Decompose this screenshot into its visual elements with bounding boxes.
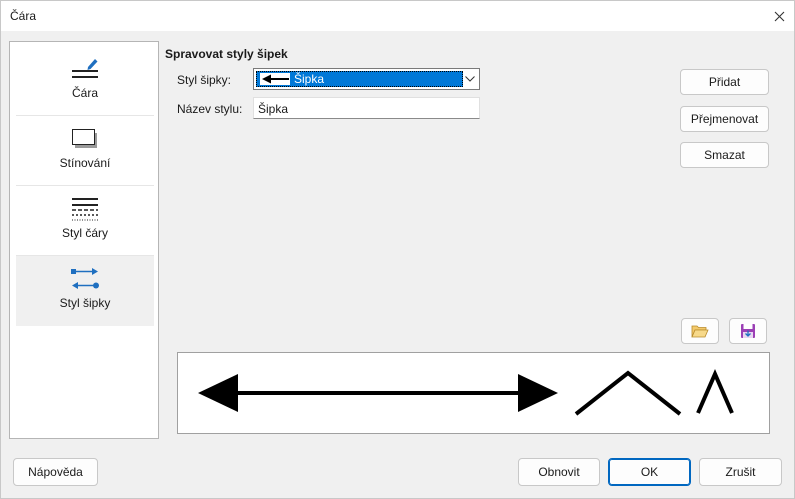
- cancel-button[interactable]: Zrušit: [699, 458, 782, 486]
- style-name-field[interactable]: Šipka: [253, 97, 480, 119]
- add-button[interactable]: Přidat: [680, 69, 769, 95]
- line-pencil-icon: [70, 56, 100, 82]
- line-style-icon: [71, 196, 99, 222]
- reset-button[interactable]: Obnovit: [518, 458, 600, 486]
- style-name-value: Šipka: [258, 102, 289, 116]
- save-icon: [741, 324, 755, 338]
- chevron-down-icon: [464, 76, 475, 82]
- arrow-style-select[interactable]: Šipka: [253, 68, 480, 90]
- sidebar-item-label: Stínování: [59, 156, 111, 170]
- arrow-head-left: [198, 374, 238, 412]
- open-arrow-narrow: [696, 368, 734, 414]
- selected-option: Šipka: [256, 71, 463, 87]
- sidebar-item-label: Styl šipky: [59, 296, 111, 310]
- rename-button[interactable]: Přejmenovat: [680, 106, 769, 132]
- arrow-style-preview: [177, 352, 770, 434]
- sidebar-item-arrow-style[interactable]: Styl šipky: [16, 256, 154, 326]
- open-file-button[interactable]: [681, 318, 719, 344]
- arrow-preview-canvas: [198, 368, 734, 416]
- arrow-style-label: Styl šipky:: [177, 73, 232, 87]
- sidebar-item-label: Čára: [71, 86, 98, 100]
- arrow-style-icon: [70, 266, 100, 292]
- arrow-preview-icon: [260, 73, 290, 85]
- sidebar-item-line[interactable]: Čára: [16, 46, 154, 116]
- close-icon: [774, 11, 784, 21]
- open-arrow-wide: [574, 370, 682, 416]
- title-bar: Čára: [1, 1, 794, 31]
- help-button[interactable]: Nápověda: [13, 458, 98, 486]
- section-title: Spravovat styly šipek: [165, 47, 288, 61]
- window-title: Čára: [10, 9, 37, 23]
- selected-option-text: Šipka: [294, 72, 325, 86]
- arrow-head-right: [518, 374, 558, 412]
- sidebar-item-shadow[interactable]: Stínování: [16, 116, 154, 186]
- folder-open-icon: [691, 325, 709, 338]
- sidebar-item-label: Styl čáry: [61, 226, 108, 240]
- close-button[interactable]: [764, 1, 794, 31]
- delete-button[interactable]: Smazat: [680, 142, 769, 168]
- style-name-label: Název stylu:: [177, 102, 243, 116]
- category-sidebar: Čára Stínování Styl čáry Styl šipky: [9, 41, 159, 439]
- shadow-icon: [71, 126, 99, 152]
- dropdown-toggle[interactable]: [462, 71, 477, 87]
- dialog-window: Čára Čára Stínování Styl čáry Styl šipky…: [0, 0, 795, 499]
- save-file-button[interactable]: [729, 318, 767, 344]
- ok-button[interactable]: OK: [608, 458, 691, 486]
- sidebar-item-line-style[interactable]: Styl čáry: [16, 186, 154, 256]
